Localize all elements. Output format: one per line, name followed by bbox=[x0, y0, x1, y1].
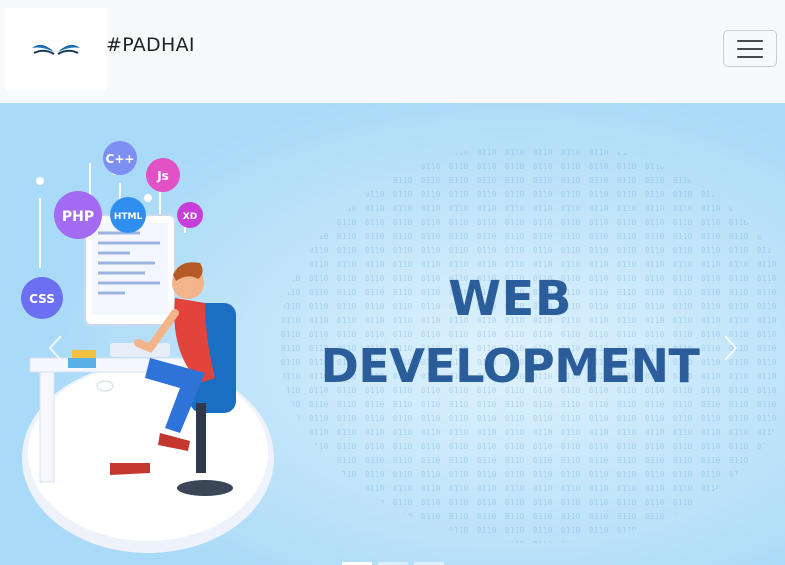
svg-text:CSS: CSS bbox=[29, 292, 55, 306]
cpp-bubble: C++ bbox=[103, 141, 137, 175]
hamburger-menu-icon bbox=[737, 39, 763, 42]
xd-bubble: XD bbox=[177, 202, 203, 228]
slide-title-line2: DEVELOPMENT bbox=[320, 339, 700, 393]
svg-text:HTML: HTML bbox=[114, 212, 143, 222]
css-bubble: CSS bbox=[21, 277, 63, 319]
hero-carousel: 0110 bbox=[0, 103, 785, 565]
svg-text:PHP: PHP bbox=[62, 209, 94, 225]
navbar-toggler-button[interactable] bbox=[723, 30, 777, 67]
slide-title-line1: WEB bbox=[448, 271, 572, 327]
navbar: #PADHAI bbox=[0, 0, 785, 103]
open-book-logo-icon bbox=[32, 44, 80, 55]
svg-text:Js: Js bbox=[156, 169, 169, 183]
brand-name[interactable]: #PADHAI bbox=[106, 34, 195, 56]
chevron-left-icon bbox=[48, 335, 62, 361]
carousel-next-button[interactable] bbox=[716, 333, 746, 363]
html-bubble: HTML bbox=[110, 197, 146, 233]
php-bubble: PHP bbox=[54, 191, 102, 239]
svg-text:C++: C++ bbox=[106, 152, 135, 166]
carousel-prev-button[interactable] bbox=[40, 333, 70, 363]
chevron-right-icon bbox=[724, 335, 738, 361]
svg-text:XD: XD bbox=[183, 212, 197, 222]
brand-logo[interactable] bbox=[6, 8, 106, 90]
carousel-slide: 0110 bbox=[0, 103, 785, 565]
js-bubble: Js bbox=[146, 158, 180, 192]
